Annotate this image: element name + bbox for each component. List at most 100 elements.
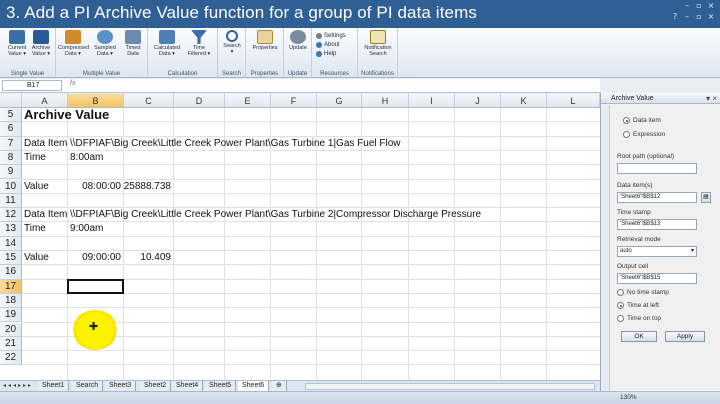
row-header[interactable]: 6 [0,122,22,137]
time-stamp-input[interactable]: 'Sheet6'!$B$13 [617,219,697,230]
column-header[interactable]: E [225,94,271,108]
retrieval-mode-select[interactable]: auto ▾ [617,246,697,257]
tab-sheet1[interactable]: Sheet1 [38,381,70,391]
cell-b8[interactable]: 8:00am [70,151,103,165]
output-cell-input[interactable]: 'Sheet6'!$B$15 [617,273,697,284]
row-header[interactable]: 13 [0,222,22,237]
cell-a7[interactable]: Data Item [24,137,67,151]
notification-search-button[interactable]: Notification Search [362,30,394,57]
cell-c10[interactable]: 25888.738 [124,180,171,194]
update-button[interactable]: Update [284,30,312,51]
ribbon-group-resources: Settings About Help Resources [312,28,358,78]
tab-sheet6[interactable]: Sheet6 [238,381,270,391]
help-icon[interactable]: ? [670,13,680,21]
cell-b12[interactable]: \\DFPIAF\Big Creek\Little Creek Power Pl… [70,208,481,222]
active-cell-highlight[interactable] [67,278,124,294]
data-item-input[interactable]: 'Sheet6'!$B$12 [617,192,697,203]
tab-nav-arrows[interactable]: ◂◂◂▸▸▸ [3,382,33,389]
pane-scrollbar[interactable] [602,105,610,391]
column-header[interactable]: K [501,94,547,108]
column-header[interactable]: J [455,94,501,108]
gear-icon [316,32,322,39]
radio-no-time-stamp[interactable] [617,289,624,296]
row-header[interactable]: 5 [0,108,22,123]
calculated-data-button[interactable]: Calculated Data ▾ [152,30,182,57]
tab-sheet4[interactable]: Sheet4 [172,381,204,391]
time-filtered-button[interactable]: Time Filtered ▾ [184,30,214,57]
sampled-data-button[interactable]: Sampled Data ▾ [90,30,120,57]
row-header[interactable]: 20 [0,322,22,337]
close-icon[interactable]: × [706,2,716,10]
row-header[interactable]: 15 [0,251,22,266]
select-all-corner[interactable] [0,94,22,108]
radio-time-at-left[interactable] [617,302,624,309]
radio-expression[interactable] [623,131,630,138]
minimize-icon[interactable]: – [682,13,692,21]
data-item-picker-button[interactable]: ▤ [701,192,711,203]
row-header[interactable]: 12 [0,208,22,223]
cell-b10[interactable]: 08:00:00 [82,180,121,194]
tab-sheet2[interactable]: Sheet2 [140,381,172,391]
horizontal-scrollbar[interactable] [305,383,595,390]
tab-search[interactable]: Search [72,381,104,391]
column-header[interactable]: C [124,94,174,108]
column-header[interactable]: L [547,94,600,108]
zoom-level[interactable]: 130% [620,394,637,401]
cell-a12[interactable]: Data Item [24,208,67,222]
close-icon[interactable]: ▾ × [706,93,717,104]
radio-time-on-top[interactable] [617,315,624,322]
search-button[interactable]: Search ▾ [218,30,246,55]
column-gridline [454,108,455,380]
cell-b15[interactable]: 09:00:00 [82,251,121,265]
row-header[interactable]: 22 [0,351,22,366]
minimize-icon[interactable]: – [682,2,692,10]
chevron-down-icon: ▾ [690,248,694,254]
column-header[interactable]: G [317,94,362,108]
row-header[interactable]: 19 [0,308,22,323]
about-button[interactable]: About [316,40,346,49]
cell-c15[interactable]: 10.409 [140,251,171,265]
help-button[interactable]: Help [316,49,346,58]
compressed-data-button[interactable]: Compressed Data ▾ [58,30,89,57]
row-header[interactable]: 10 [0,179,22,194]
row-header[interactable]: 11 [0,193,22,209]
row-header[interactable]: 9 [0,165,22,180]
time-stamp-label: Time stamp [617,209,651,216]
row-header[interactable]: 14 [0,236,22,251]
column-header[interactable]: H [362,94,409,108]
column-header[interactable]: D [174,94,225,108]
properties-button[interactable]: Properties [250,30,280,51]
settings-button[interactable]: Settings [316,31,346,40]
tab-sheet5[interactable]: Sheet5 [205,381,237,391]
row-header[interactable]: 21 [0,336,22,352]
cell-a15[interactable]: Value [24,251,49,265]
root-path-input[interactable] [617,163,697,174]
name-box[interactable]: B17 [2,80,62,91]
cell-a5[interactable]: Archive Value [24,106,109,124]
row-header[interactable]: 18 [0,293,22,309]
archive-value-button[interactable]: Archive Value ▾ [26,30,56,57]
row-header[interactable]: 16 [0,265,22,280]
cell-b7[interactable]: \\DFPIAF\Big Creek\Little Creek Power Pl… [70,137,401,151]
restore-icon[interactable]: ▫ [694,13,704,21]
timed-data-button[interactable]: Timed Data [118,30,148,57]
tab-sheet3[interactable]: Sheet3 [105,381,137,391]
insert-sheet-icon[interactable]: ⊕ [272,381,287,391]
row-header[interactable]: 7 [0,136,22,151]
column-header[interactable]: F [271,94,317,108]
cell-a13[interactable]: Time [24,222,46,236]
cell-b13[interactable]: 9:00am [70,222,103,236]
apply-button[interactable]: Apply [665,331,705,342]
cell-a8[interactable]: Time [24,151,46,165]
fx-label[interactable]: fx [70,80,75,87]
radio-data-item[interactable] [623,117,630,124]
column-header[interactable]: I [409,94,455,108]
ribbon-group-multiple-value: Compressed Data ▾ Sampled Data ▾ Timed D… [56,28,148,78]
row-header[interactable]: 8 [0,150,22,166]
spreadsheet-grid[interactable]: A B C D E F G H I J K L 5 6 7 8 9 10 11 12 13 14 15 16 17 18 19 20 2… [0,94,600,380]
cell-a10[interactable]: Value [24,180,49,194]
restore-icon[interactable]: ▫ [694,2,704,10]
ok-button[interactable]: OK [621,331,657,342]
row-header[interactable]: 17 [0,279,22,294]
close-icon[interactable]: × [706,13,716,21]
